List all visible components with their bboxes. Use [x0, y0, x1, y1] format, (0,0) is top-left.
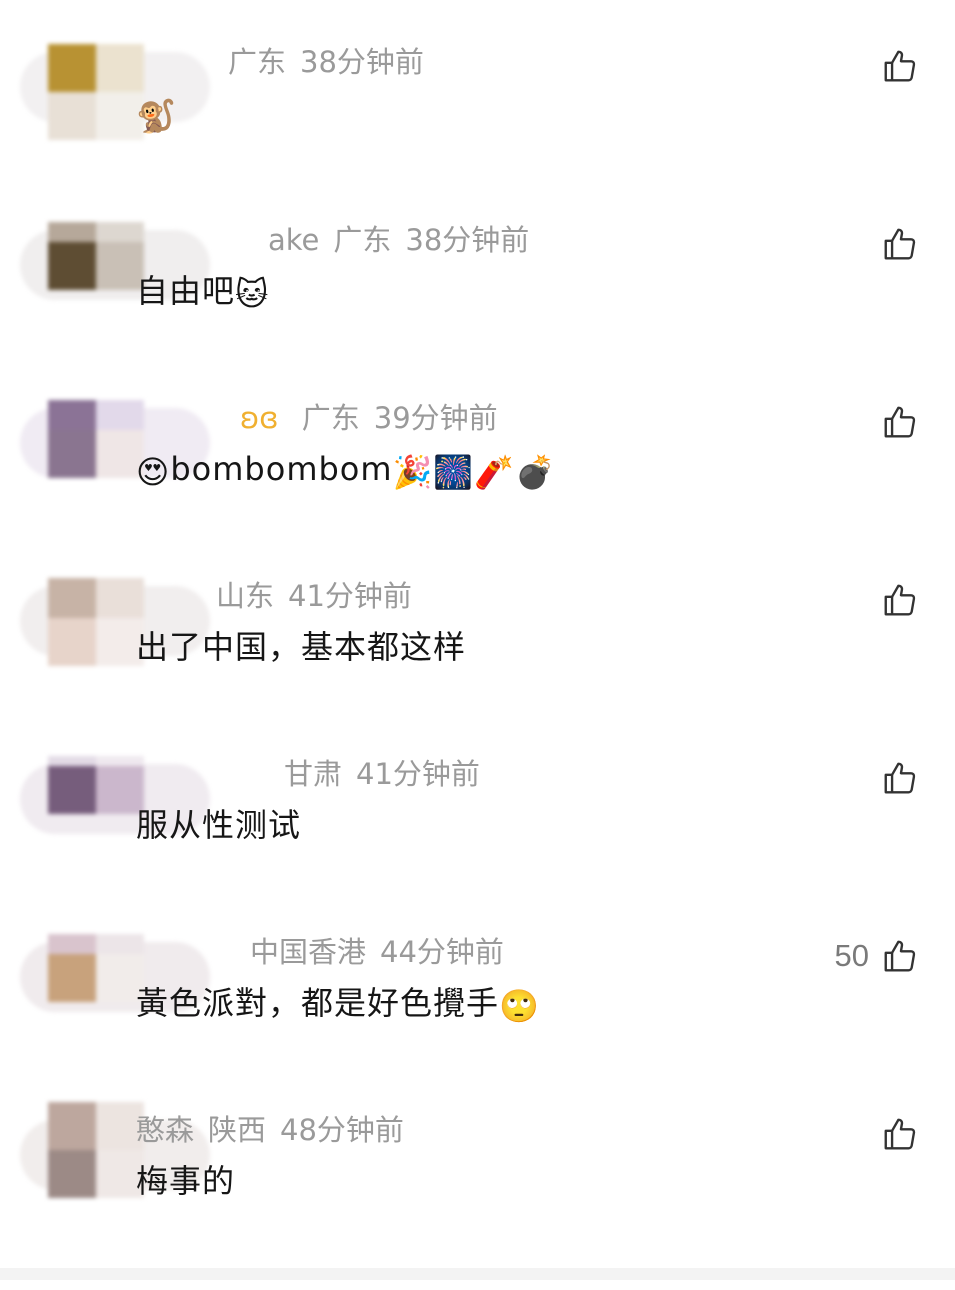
- thumbs-up-icon: [884, 1118, 916, 1150]
- comment-item: 广东 38分钟前 🐒: [0, 44, 955, 222]
- comment-item: ʚɞ 广东 39分钟前 😍bombombom🎉🎆🧨💣: [0, 400, 955, 578]
- comment-text: 黃色派對，都是好色攪手🙄: [136, 984, 540, 1025]
- butterfly-icon: ʚɞ: [240, 401, 279, 435]
- comment-text: 出了中国，基本都这样: [136, 628, 467, 666]
- location: 中国香港: [250, 935, 367, 969]
- timestamp: 38分钟前: [405, 223, 530, 257]
- like-button[interactable]: [869, 222, 919, 266]
- cat-emoji: 🐱: [235, 275, 270, 313]
- comment-meta: 憨森 陕西 48分钟前: [136, 1112, 418, 1148]
- heart-eyes-emoji: 😍: [136, 453, 171, 491]
- firecracker-emoji: 🧨: [474, 453, 516, 491]
- like-button[interactable]: [869, 400, 919, 444]
- comment-text: 服从性测试: [136, 806, 302, 844]
- comment-meta: ake 广东 38分钟前: [268, 222, 543, 258]
- thumbs-up-icon: [884, 762, 916, 794]
- comment-item: 憨森 陕西 48分钟前 梅事的: [0, 1102, 955, 1290]
- comment-text: 自由吧🐱: [136, 272, 270, 313]
- thumbs-up-icon: [884, 406, 916, 438]
- party-popper-emoji: 🎉: [392, 453, 434, 491]
- comment-meta: 甘肃 41分钟前: [284, 756, 494, 792]
- thumbs-up-icon: [884, 940, 916, 972]
- comment-text: 梅事的: [136, 1162, 236, 1200]
- like-button[interactable]: [869, 1112, 919, 1156]
- eye-roll-emoji: 🙄: [499, 987, 540, 1025]
- thumbs-up-icon: [884, 228, 916, 260]
- bomb-emoji: 💣: [515, 453, 556, 491]
- avatar[interactable]: [20, 44, 220, 140]
- comment-meta: ʚɞ 广东 39分钟前: [240, 400, 512, 436]
- timestamp: 41分钟前: [288, 579, 412, 613]
- timestamp: 39分钟前: [373, 401, 498, 435]
- username[interactable]: ake: [268, 223, 319, 257]
- comment-text: 🐒: [136, 92, 177, 134]
- like-button[interactable]: 50: [835, 934, 919, 978]
- timestamp: 48分钟前: [280, 1113, 404, 1147]
- comment-item: 中国香港 44分钟前 黃色派對，都是好色攪手🙄 50: [0, 934, 955, 1112]
- fireworks-emoji: 🎆: [433, 453, 475, 491]
- monkey-emoji: 🐒: [136, 97, 177, 135]
- like-button[interactable]: [869, 44, 919, 88]
- username[interactable]: 憨森: [136, 1113, 194, 1147]
- like-button[interactable]: [869, 578, 919, 622]
- location: 广东: [333, 223, 392, 257]
- comment-meta: 广东 38分钟前: [228, 44, 438, 80]
- comment-meta: 山东 41分钟前: [216, 578, 426, 614]
- location: 山东: [216, 579, 275, 613]
- thumbs-up-icon: [884, 584, 916, 616]
- timestamp: 38分钟前: [300, 45, 424, 79]
- comment-item: 山东 41分钟前 出了中国，基本都这样: [0, 578, 955, 756]
- thumbs-up-icon: [884, 50, 916, 82]
- like-button[interactable]: [869, 756, 919, 800]
- comment-item: ake 广东 38分钟前 自由吧🐱: [0, 222, 955, 400]
- comment-meta: 中国香港 44分钟前: [250, 934, 518, 970]
- location: 甘肃: [284, 757, 343, 791]
- timestamp: 44分钟前: [380, 935, 504, 969]
- location: 陕西: [208, 1113, 267, 1147]
- comment-item: 甘肃 41分钟前 服从性测试: [0, 756, 955, 934]
- bottom-divider: [0, 1268, 955, 1280]
- timestamp: 41分钟前: [356, 757, 480, 791]
- location: 广东: [301, 401, 360, 435]
- location: 广东: [228, 45, 287, 79]
- like-count: 50: [834, 938, 869, 973]
- comment-text: 😍bombombom🎉🎆🧨💣: [136, 450, 556, 491]
